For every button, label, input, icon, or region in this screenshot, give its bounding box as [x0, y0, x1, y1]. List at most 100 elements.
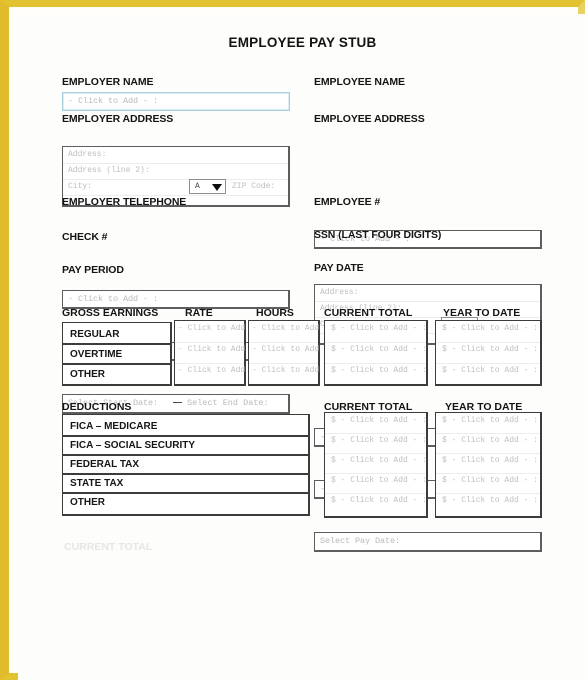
divider — [63, 492, 308, 494]
employee-address-label: EMPLOYEE ADDRESS — [314, 113, 425, 125]
employee-number-label: EMPLOYEE # — [314, 196, 381, 208]
employer-address-line2[interactable]: Address (line 2): — [63, 163, 288, 180]
paystub-content: EMPLOYEE PAY STUB EMPLOYER NAME - Click … — [18, 14, 585, 680]
divider — [63, 363, 170, 365]
pay-date-label-wrap: PAY DATE — [314, 262, 542, 275]
divider — [436, 473, 540, 474]
pay-period-label-wrap: PAY PERIOD — [62, 264, 290, 277]
employee-number-label-wrap: EMPLOYEE # — [314, 196, 542, 209]
page-frame: EMPLOYEE PAY STUB EMPLOYER NAME - Click … — [0, 0, 585, 680]
pay-period-label: PAY PERIOD — [62, 264, 124, 276]
pay-date-placeholder: Select Pay Date: — [320, 536, 401, 546]
deductions-year-to-date-column: $ - Click to Add - : $ - Click to Add - … — [435, 412, 542, 518]
deductions-labels-grid: FICA – MEDICARE FICA – SOCIAL SECURITY F… — [62, 414, 310, 516]
divider — [325, 342, 426, 343]
divider — [63, 343, 170, 345]
check-number-label: CHECK # — [62, 231, 108, 243]
gross-hours-cell-overtime[interactable]: - Click to Add - — [252, 345, 329, 354]
hours-header: HOURS — [256, 307, 294, 319]
gross-hours-cell-regular[interactable]: - Click to Add - — [252, 324, 329, 333]
rate-header: RATE — [185, 307, 213, 319]
gross-current-total-cell-other[interactable]: $ - Click to Add - : — [331, 366, 427, 375]
deduction-year-to-date-cell-other[interactable]: $ - Click to Add - : — [442, 496, 538, 505]
employer-name-label-wrap: EMPLOYER NAME — [62, 76, 290, 89]
divider — [436, 363, 540, 364]
divider — [63, 454, 308, 456]
gross-year-to-date-cell-other[interactable]: $ - Click to Add - : — [442, 366, 538, 375]
employee-name-label-wrap: EMPLOYEE NAME — [314, 76, 542, 89]
gross-hours-column: - Click to Add - - Click to Add - - Clic… — [248, 320, 329, 386]
divider — [175, 363, 244, 364]
gross-current-total-header: CURRENT TOTAL — [324, 307, 413, 319]
employer-address-label: EMPLOYER ADDRESS — [62, 113, 174, 125]
deductions-current-total-column: $ - Click to Add - : $ - Click to Add - … — [324, 412, 428, 518]
gross-row-label-regular: REGULAR — [70, 329, 120, 340]
employee-address-line1[interactable]: Address: — [315, 285, 540, 302]
employer-city-state-zip-line[interactable]: City: A ZIP Code: — [63, 179, 288, 196]
deduction-row-label-state-tax: STATE TAX — [70, 478, 124, 489]
divider — [436, 433, 540, 434]
deduction-row-label-fica-social-security: FICA – SOCIAL SECURITY — [70, 440, 196, 451]
deductions-year-to-date-header: YEAR TO DATE — [445, 401, 523, 411]
employer-state-value: A — [195, 182, 200, 191]
deduction-row-label-federal-tax: FEDERAL TAX — [70, 459, 140, 470]
gross-current-total-column: $ - Click to Add - : $ - Click to Add - … — [324, 320, 428, 386]
employer-name-input[interactable]: - Click to Add - : — [62, 92, 290, 111]
pay-date-input[interactable]: Select Pay Date: — [314, 532, 542, 552]
deduction-current-total-cell-fica-social-security[interactable]: $ - Click to Add - : — [331, 436, 427, 445]
deduction-current-total-cell-state-tax[interactable]: $ - Click to Add - : — [331, 476, 427, 485]
divider — [325, 363, 426, 364]
deduction-current-total-cell-fica-medicare[interactable]: $ - Click to Add - : — [331, 416, 427, 425]
gross-hours-cell-other[interactable]: - Click to Add - — [252, 366, 329, 375]
employer-telephone-label: EMPLOYER TELEPHONE — [62, 196, 187, 208]
employer-address-line1[interactable]: Address: — [63, 147, 288, 164]
pay-period-end-placeholder: Select End Date: — [187, 398, 269, 408]
paystub-sheet: EMPLOYEE PAY STUB EMPLOYER NAME - Click … — [18, 14, 585, 680]
divider — [325, 473, 426, 474]
employee-address-label-wrap: EMPLOYEE ADDRESS — [314, 113, 542, 126]
gross-year-to-date-cell-regular[interactable]: $ - Click to Add - : — [442, 324, 538, 333]
pay-date-label: PAY DATE — [314, 262, 364, 274]
gross-current-total-cell-regular[interactable]: $ - Click to Add - : — [331, 324, 427, 333]
ssn-label: SSN (LAST FOUR DIGITS) — [314, 229, 442, 241]
divider — [436, 342, 540, 343]
deductions-header: DEDUCTIONS — [62, 401, 132, 413]
gross-rate-cell-overtime[interactable]: - Click to Add - — [178, 345, 255, 354]
gross-rate-cell-other[interactable]: - Click to Add - — [178, 366, 255, 375]
divider — [436, 453, 540, 454]
gross-current-total-cell-overtime[interactable]: $ - Click to Add - : — [331, 345, 427, 354]
employer-address-placeholder: Address: — [68, 150, 107, 159]
gross-year-to-date-header: YEAR TO DATE — [443, 307, 521, 319]
gross-year-to-date-cell-overtime[interactable]: $ - Click to Add - : — [442, 345, 538, 354]
employer-telephone-label-wrap: EMPLOYER TELEPHONE — [62, 196, 290, 209]
employer-address-line2-placeholder: Address (line 2): — [68, 166, 150, 175]
gross-earnings-labels-grid: REGULAR OVERTIME OTHER — [62, 322, 172, 386]
totals-section-heading: CURRENT TOTAL — [64, 541, 153, 553]
divider — [436, 493, 540, 494]
employer-telephone-placeholder: - Click to Add - : — [68, 294, 159, 304]
deduction-year-to-date-cell-state-tax[interactable]: $ - Click to Add - : — [442, 476, 538, 485]
divider — [249, 363, 318, 364]
employer-name-placeholder: - Click to Add - : — [68, 96, 159, 106]
deduction-current-total-cell-federal-tax[interactable]: $ - Click to Add - : — [331, 456, 427, 465]
deduction-row-label-other: OTHER — [70, 497, 105, 508]
employee-name-label: EMPLOYEE NAME — [314, 76, 405, 88]
employer-state-dropdown[interactable]: A — [189, 179, 226, 194]
divider — [325, 433, 426, 434]
deduction-row-label-fica-medicare: FICA – MEDICARE — [70, 421, 158, 432]
deduction-current-total-cell-other[interactable]: $ - Click to Add - : — [331, 496, 427, 505]
divider — [175, 342, 244, 343]
deduction-year-to-date-cell-federal-tax[interactable]: $ - Click to Add - : — [442, 456, 538, 465]
check-number-label-wrap: CHECK # — [62, 231, 290, 244]
gross-row-label-other: OTHER — [70, 369, 105, 380]
page-title: EMPLOYEE PAY STUB — [228, 35, 377, 50]
divider — [63, 435, 308, 437]
deduction-year-to-date-cell-fica-social-security[interactable]: $ - Click to Add - : — [442, 436, 538, 445]
divider — [325, 453, 426, 454]
chevron-down-icon — [212, 184, 222, 191]
gross-rate-cell-regular[interactable]: - Click to Add - — [178, 324, 255, 333]
deduction-year-to-date-cell-fica-medicare[interactable]: $ - Click to Add - : — [442, 416, 538, 425]
divider — [249, 342, 318, 343]
gross-year-to-date-column: $ - Click to Add - : $ - Click to Add - … — [435, 320, 542, 386]
gross-rate-column: - Click to Add - - Click to Add - - Clic… — [174, 320, 255, 386]
